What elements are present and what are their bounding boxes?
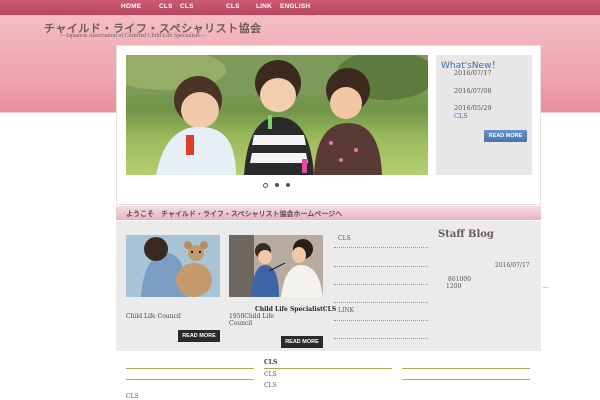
site-logo-subtitle: —Japanese Association of Certified Child…	[60, 33, 206, 39]
children-photo	[126, 55, 428, 175]
link-row-divider	[334, 338, 428, 339]
teddy-bear-photo	[126, 235, 220, 297]
whats-new-read-more-button[interactable]: READ MORE	[484, 130, 527, 142]
news-date-3: 2016/05/29	[454, 104, 492, 112]
footer-divider	[402, 379, 530, 380]
blog-text-line-1: 861000	[448, 276, 471, 283]
slider-dot-2[interactable]	[275, 183, 279, 187]
link-row-divider	[334, 247, 428, 248]
link-list-link[interactable]: LINK	[338, 307, 354, 314]
slider-image[interactable]	[126, 55, 428, 175]
nav-home[interactable]: HOME	[121, 3, 141, 10]
footer-link-cls-2[interactable]: CLS	[264, 371, 277, 378]
nav-cls-2[interactable]: CLS	[180, 3, 194, 10]
footer-link-cls-3[interactable]: CLS	[264, 382, 277, 389]
nav-cls-1[interactable]: CLS	[159, 3, 173, 10]
staff-blog-title[interactable]: Staff Blog	[438, 229, 494, 240]
nav-link[interactable]: LINK	[256, 3, 272, 10]
card-1-image[interactable]	[126, 235, 220, 297]
top-nav: HOME CLS CLS CLS LINK ENGLISH	[0, 0, 600, 15]
link-row-divider	[334, 320, 428, 321]
welcome-text: ようこそ チャイルド・ライフ・スペシャリスト協会ホームページへ	[126, 210, 343, 218]
blog-more-ellipsis[interactable]: ...	[543, 283, 549, 290]
news-date-2: 2016/07/08	[454, 87, 492, 95]
slider-dot-3[interactable]	[286, 183, 290, 187]
blog-date: 2016/07/17	[495, 262, 530, 269]
footer-link-cls-1[interactable]: CLS	[264, 359, 277, 366]
slider-dot-1[interactable]	[263, 182, 268, 188]
footer-divider	[126, 368, 254, 369]
footer-divider	[126, 379, 254, 380]
card-2-caption-line-1: 1950Child Life	[229, 313, 274, 320]
footer-divider	[264, 368, 392, 369]
card-2-image[interactable]	[229, 235, 323, 297]
card-2-title: Child Life SpecialistCLS	[255, 306, 337, 313]
footer-divider	[402, 368, 530, 369]
doctor-child-photo	[229, 235, 323, 297]
link-row-divider	[334, 284, 428, 285]
card-2-read-more-button[interactable]: READ MORE	[281, 336, 323, 348]
welcome-bar: ようこそ チャイルド・ライフ・スペシャリスト協会ホームページへ	[116, 206, 541, 220]
blog-text-line-2: 1200	[446, 283, 462, 290]
link-row-divider	[334, 266, 428, 267]
slider-dots	[261, 182, 293, 190]
news-date-1: 2016/07/17	[454, 69, 492, 77]
link-list-cls[interactable]: CLS	[338, 235, 351, 242]
footer-link-cls-4[interactable]: CLS	[126, 393, 139, 400]
footer	[116, 352, 541, 400]
link-row-divider	[334, 302, 428, 303]
nav-english[interactable]: ENGLISH	[280, 3, 310, 10]
nav-cls-3[interactable]: CLS	[226, 3, 240, 10]
card-1-caption: Child Life Council	[126, 313, 181, 320]
card-1-read-more-button[interactable]: READ MORE	[178, 330, 220, 342]
card-2-caption-line-2: Council	[229, 320, 253, 327]
whats-new-box: What'sNew！ 2016/07/17 2016/07/08 2016/05…	[436, 55, 532, 175]
news-link[interactable]: CLS	[454, 112, 468, 120]
